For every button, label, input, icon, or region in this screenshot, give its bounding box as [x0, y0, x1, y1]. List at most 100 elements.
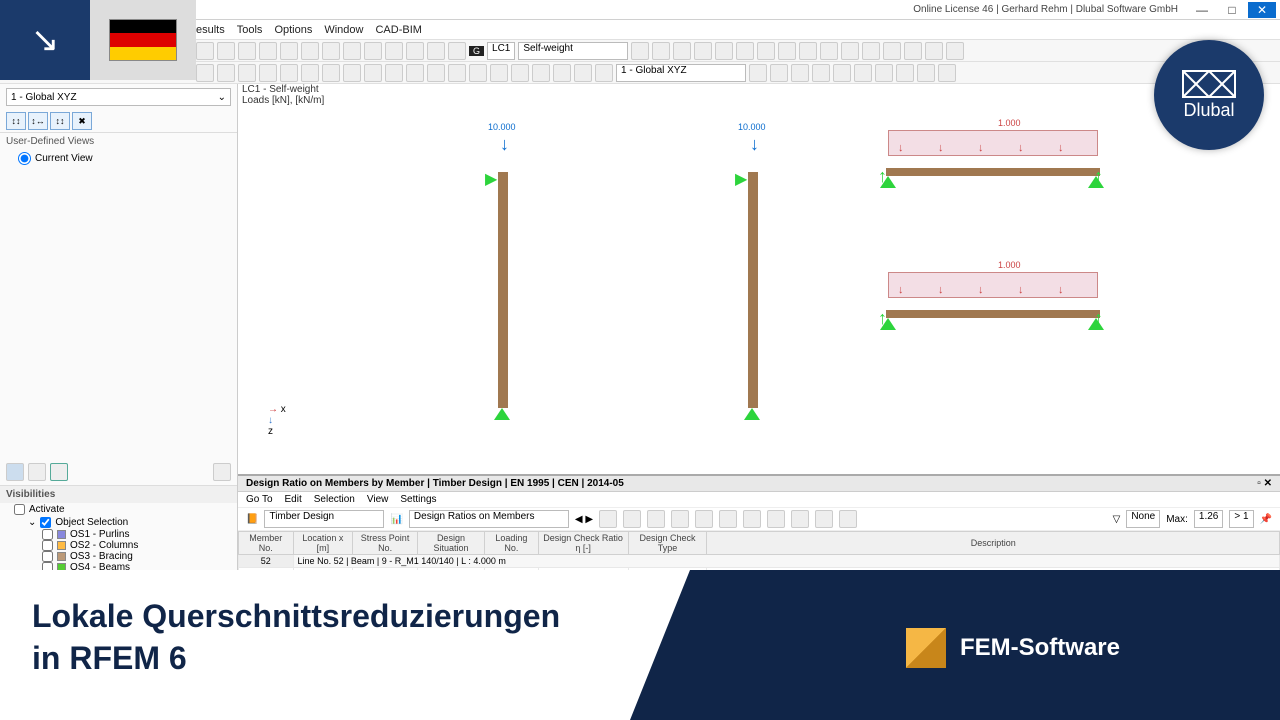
- view-btn[interactable]: ↕↕: [50, 112, 70, 130]
- tool-icon[interactable]: [938, 64, 956, 82]
- tool-icon[interactable]: [671, 510, 689, 528]
- tool-icon[interactable]: [322, 64, 340, 82]
- tree-toggle-icon[interactable]: ⌄: [28, 517, 36, 528]
- tool-icon[interactable]: [694, 42, 712, 60]
- os2-check[interactable]: [42, 540, 53, 551]
- tool-icon[interactable]: [778, 42, 796, 60]
- lc-code[interactable]: LC1: [487, 42, 515, 60]
- tool-icon[interactable]: [511, 64, 529, 82]
- table-group-row[interactable]: 52Line No. 52 | Beam | 9 - R_M1 140/140 …: [239, 555, 1280, 568]
- tool-icon[interactable]: [469, 64, 487, 82]
- tool-icon[interactable]: [574, 64, 592, 82]
- tool-icon[interactable]: [448, 42, 466, 60]
- tool-icon[interactable]: [196, 42, 214, 60]
- delete-view-icon[interactable]: [213, 463, 231, 481]
- tool-icon[interactable]: [532, 64, 550, 82]
- tool-icon[interactable]: [719, 510, 737, 528]
- tool-icon[interactable]: [631, 42, 649, 60]
- filter-select[interactable]: None: [1126, 510, 1160, 528]
- tool-icon[interactable]: [673, 42, 691, 60]
- tool-icon[interactable]: [196, 64, 214, 82]
- tool-icon[interactable]: [875, 64, 893, 82]
- os1-check[interactable]: [42, 529, 53, 540]
- tool-icon[interactable]: [917, 64, 935, 82]
- menu-cadbim[interactable]: CAD-BIM: [375, 24, 421, 36]
- tool-icon[interactable]: [812, 64, 830, 82]
- module-select[interactable]: Timber Design: [264, 510, 384, 528]
- tool-icon[interactable]: [301, 42, 319, 60]
- model-viewport[interactable]: LC1 - Self-weightLoads [kN], [kN/m] 10.0…: [238, 84, 1280, 584]
- tool-icon[interactable]: [883, 42, 901, 60]
- tool-icon[interactable]: [833, 64, 851, 82]
- tool-icon[interactable]: [259, 64, 277, 82]
- close-button[interactable]: ✕: [1248, 2, 1276, 18]
- tool-icon[interactable]: [749, 64, 767, 82]
- view-menu[interactable]: View: [367, 494, 389, 505]
- menu-options[interactable]: Options: [274, 24, 312, 36]
- tool-icon[interactable]: [322, 42, 340, 60]
- tool-icon[interactable]: [259, 42, 277, 60]
- axis-combo[interactable]: 1 - Global XYZ⌄: [6, 88, 231, 106]
- tool-icon[interactable]: [301, 64, 319, 82]
- tool-icon[interactable]: [652, 42, 670, 60]
- tool-icon[interactable]: [854, 64, 872, 82]
- view-btn[interactable]: ✖: [72, 112, 92, 130]
- view-btn[interactable]: ↕↕: [6, 112, 26, 130]
- tool-icon[interactable]: [925, 42, 943, 60]
- settings-menu[interactable]: Settings: [400, 494, 436, 505]
- tool-icon[interactable]: [799, 42, 817, 60]
- tool-icon[interactable]: [839, 510, 857, 528]
- tool-icon[interactable]: [595, 64, 613, 82]
- tool-icon[interactable]: [841, 42, 859, 60]
- tool-icon[interactable]: [743, 510, 761, 528]
- edit-menu[interactable]: Edit: [285, 494, 302, 505]
- view-btn[interactable]: ↕↔: [28, 112, 48, 130]
- threshold[interactable]: > 1: [1229, 510, 1253, 528]
- tool-icon[interactable]: [238, 42, 256, 60]
- selection-menu[interactable]: Selection: [314, 494, 355, 505]
- tool-icon[interactable]: [406, 42, 424, 60]
- tool-icon[interactable]: [343, 42, 361, 60]
- menu-window[interactable]: Window: [324, 24, 363, 36]
- tool-icon[interactable]: [695, 510, 713, 528]
- tool-icon[interactable]: [736, 42, 754, 60]
- tool-icon[interactable]: [647, 510, 665, 528]
- tool-icon[interactable]: [364, 42, 382, 60]
- objsel-check[interactable]: [40, 517, 51, 528]
- tool-icon[interactable]: [427, 64, 445, 82]
- tool-icon[interactable]: [623, 510, 641, 528]
- tool-icon[interactable]: [364, 64, 382, 82]
- tool-icon[interactable]: [448, 64, 466, 82]
- pin-icon[interactable]: 📌: [1260, 514, 1272, 525]
- tool-icon[interactable]: [553, 64, 571, 82]
- panel-controls[interactable]: ▫ ✕: [1257, 478, 1272, 489]
- tool-icon[interactable]: [904, 42, 922, 60]
- tool-icon[interactable]: [820, 42, 838, 60]
- minimize-button[interactable]: —: [1188, 2, 1216, 18]
- result-select[interactable]: Design Ratios on Members: [409, 510, 569, 528]
- tool-icon[interactable]: [946, 42, 964, 60]
- cam-icon[interactable]: [50, 463, 68, 481]
- tool-icon[interactable]: [599, 510, 617, 528]
- menu-results[interactable]: esults: [196, 24, 225, 36]
- tool-icon[interactable]: [715, 42, 733, 60]
- tool-icon[interactable]: [757, 42, 775, 60]
- tool-icon[interactable]: [427, 42, 445, 60]
- tool-icon[interactable]: [385, 64, 403, 82]
- tool-icon[interactable]: [815, 510, 833, 528]
- maximize-button[interactable]: □: [1218, 2, 1246, 18]
- tool-icon[interactable]: [385, 42, 403, 60]
- activate-check[interactable]: [14, 504, 25, 515]
- lc-name-select[interactable]: Self-weight: [518, 42, 628, 60]
- tool-icon[interactable]: [217, 64, 235, 82]
- tool-icon[interactable]: [896, 64, 914, 82]
- tool-icon[interactable]: [280, 42, 298, 60]
- tool-icon[interactable]: [280, 64, 298, 82]
- tool-icon[interactable]: [217, 42, 235, 60]
- tool-icon[interactable]: [791, 510, 809, 528]
- tool-icon[interactable]: [770, 64, 788, 82]
- cam-icon[interactable]: [28, 463, 46, 481]
- axis-select[interactable]: 1 - Global XYZ: [616, 64, 746, 82]
- cam-icon[interactable]: [6, 463, 24, 481]
- os3-check[interactable]: [42, 551, 53, 562]
